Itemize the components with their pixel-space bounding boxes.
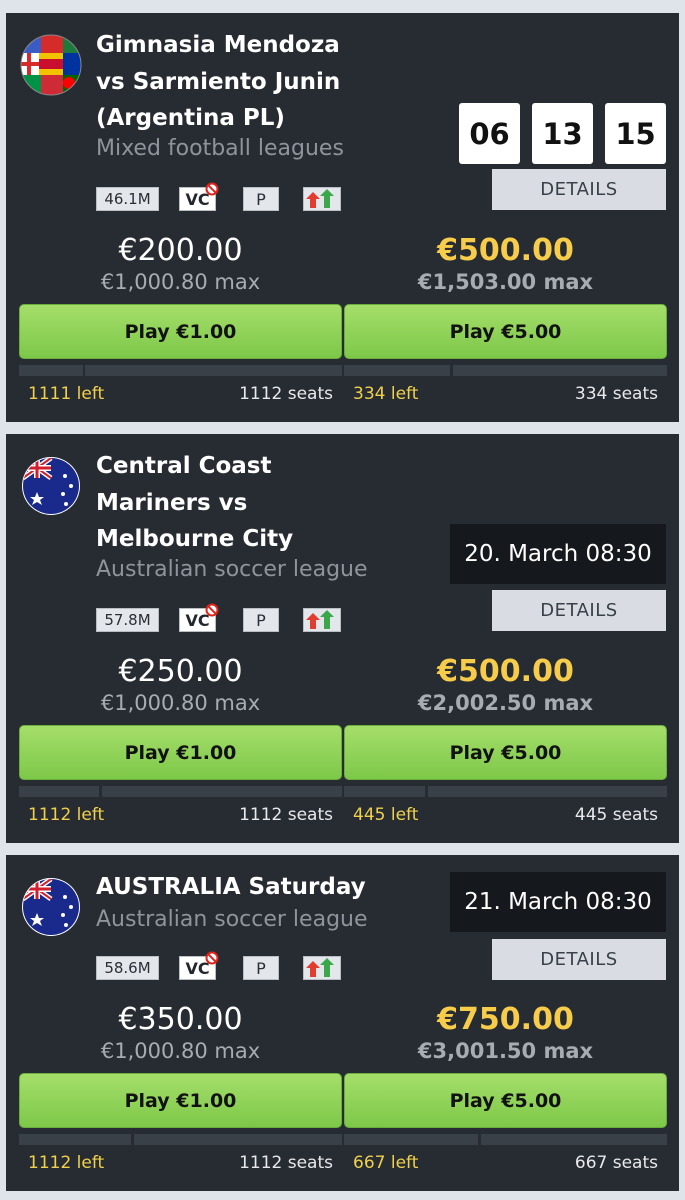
seat-progress-segment	[344, 1134, 478, 1145]
trend-badge[interactable]	[303, 187, 341, 211]
seat-progress-segment	[428, 786, 667, 797]
event-league: Australian soccer league	[96, 907, 368, 932]
world-flags-ball-icon	[20, 34, 82, 96]
seat-progress-segment	[102, 786, 342, 797]
trend-up-down-icon	[306, 958, 334, 977]
seat-progress-segment	[85, 365, 342, 376]
australia-flag-icon	[22, 457, 80, 515]
event-title[interactable]: AUSTRALIA Saturday	[96, 869, 396, 906]
play-button-left[interactable]: Play €1.00	[19, 725, 342, 780]
play-button-right[interactable]: Play €5.00	[344, 1073, 667, 1128]
right-prize-amount: €750.00	[437, 1002, 574, 1037]
play-button-left[interactable]: Play €1.00	[19, 304, 342, 359]
vc-badge[interactable]: VC	[179, 603, 219, 632]
event-title[interactable]: Central Coast Mariners vs Melbourne City	[96, 448, 366, 558]
australia-flag-icon	[22, 878, 80, 936]
event-card[interactable]: AUSTRALIA Saturday Australian soccer lea…	[6, 855, 679, 1191]
left-prize-amount: €350.00	[118, 1002, 243, 1037]
seats-total: 1112 seats	[239, 384, 333, 404]
seats-remaining: 334 left	[353, 384, 419, 404]
seats-total: 667 seats	[574, 1153, 658, 1173]
play-button-left[interactable]: Play €1.00	[19, 1073, 342, 1128]
size-badge: 57.8M	[96, 608, 159, 632]
right-prize-amount: €500.00	[437, 233, 574, 268]
event-title[interactable]: Gimnasia Mendoza vs Sarmiento Junin (Arg…	[96, 27, 366, 137]
event-league: Australian soccer league	[96, 557, 368, 582]
event-date: 21. March 08:30	[450, 872, 666, 932]
seat-info-left: 1111 left 1112 seats	[19, 384, 342, 408]
no-entry-icon	[205, 603, 219, 617]
seats-total: 1112 seats	[239, 1153, 333, 1173]
right-prize: €750.00 €3,001.50 max	[344, 1002, 667, 1064]
seat-info-right: 334 left 334 seats	[344, 384, 667, 408]
seats-total: 1112 seats	[239, 805, 333, 825]
countdown-hours: 06	[459, 103, 520, 164]
seats-total: 334 seats	[574, 384, 658, 404]
seat-info-left: 1112 left 1112 seats	[19, 1153, 342, 1177]
play-button-right[interactable]: Play €5.00	[344, 304, 667, 359]
seat-progress-segment	[481, 1134, 667, 1145]
left-prize: €250.00 €1,000.80 max	[19, 654, 342, 716]
no-entry-icon	[205, 182, 219, 196]
left-prize: €350.00 €1,000.80 max	[19, 1002, 342, 1064]
size-badge: 58.6M	[96, 956, 159, 980]
countdown-seconds: 15	[605, 103, 666, 164]
seat-progress-segment	[19, 786, 99, 797]
size-badge: 46.1M	[96, 187, 159, 211]
seats-remaining: 445 left	[353, 805, 419, 825]
seats-remaining: 667 left	[353, 1153, 419, 1173]
seat-progress-segment	[19, 365, 83, 376]
event-league: Mixed football leagues	[96, 136, 344, 161]
countdown-minutes: 13	[532, 103, 593, 164]
left-prize-amount: €200.00	[118, 233, 243, 268]
seats-remaining: 1112 left	[28, 1153, 105, 1173]
left-prize: €200.00 €1,000.80 max	[19, 233, 342, 295]
seats-total: 445 seats	[574, 805, 658, 825]
event-card[interactable]: Central Coast Mariners vs Melbourne City…	[6, 434, 679, 843]
p-badge[interactable]: P	[243, 187, 279, 211]
seat-info-right: 667 left 667 seats	[344, 1153, 667, 1177]
right-prize-max: €2,002.50 max	[417, 691, 594, 715]
left-prize-amount: €250.00	[118, 654, 243, 689]
right-prize: €500.00 €1,503.00 max	[344, 233, 667, 295]
seat-progress-segment	[134, 1134, 342, 1145]
p-badge[interactable]: P	[243, 608, 279, 632]
right-prize-max: €3,001.50 max	[417, 1039, 594, 1063]
left-prize-max: €1,000.80 max	[100, 691, 261, 715]
trend-badge[interactable]	[303, 608, 341, 632]
p-badge[interactable]: P	[243, 956, 279, 980]
play-button-right[interactable]: Play €5.00	[344, 725, 667, 780]
seat-info-left: 1112 left 1112 seats	[19, 805, 342, 829]
left-prize-max: €1,000.80 max	[100, 1039, 261, 1063]
seat-progress-segment	[19, 1134, 131, 1145]
seat-progress-segment	[344, 786, 425, 797]
seats-remaining: 1112 left	[28, 805, 105, 825]
no-entry-icon	[205, 951, 219, 965]
details-button[interactable]: DETAILS	[492, 590, 666, 631]
event-card[interactable]: Gimnasia Mendoza vs Sarmiento Junin (Arg…	[6, 13, 679, 422]
seat-info-right: 445 left 445 seats	[344, 805, 667, 829]
details-button[interactable]: DETAILS	[492, 939, 666, 980]
right-prize-max: €1,503.00 max	[417, 270, 594, 294]
seat-progress-segment	[344, 365, 450, 376]
countdown-timer: 06 13 15	[459, 103, 666, 164]
left-prize-max: €1,000.80 max	[100, 270, 261, 294]
right-prize: €500.00 €2,002.50 max	[344, 654, 667, 716]
trend-badge[interactable]	[303, 956, 341, 980]
details-button[interactable]: DETAILS	[492, 169, 666, 210]
seat-progress-segment	[453, 365, 667, 376]
right-prize-amount: €500.00	[437, 654, 574, 689]
event-date: 20. March 08:30	[450, 524, 666, 584]
vc-badge[interactable]: VC	[179, 182, 219, 211]
trend-up-down-icon	[306, 610, 334, 629]
trend-up-down-icon	[306, 189, 334, 208]
vc-badge[interactable]: VC	[179, 951, 219, 980]
seats-remaining: 1111 left	[28, 384, 105, 404]
